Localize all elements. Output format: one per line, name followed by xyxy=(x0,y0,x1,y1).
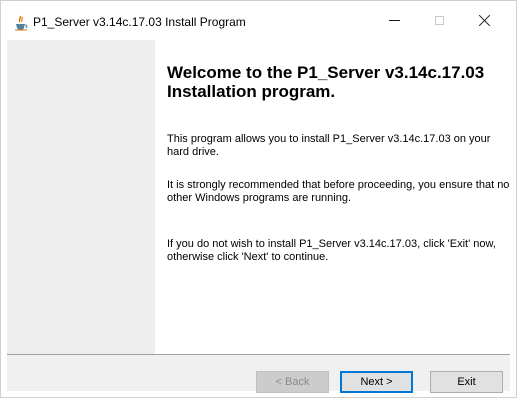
java-cup-icon xyxy=(15,15,28,31)
button-bar: < Back Next > Exit xyxy=(7,355,510,393)
maximize-button[interactable] xyxy=(416,0,462,40)
back-button[interactable]: < Back xyxy=(256,371,329,393)
intro-paragraph: This program allows you to install P1_Se… xyxy=(167,133,491,158)
side-panel xyxy=(7,40,155,354)
window-title: P1_Server v3.14c.17.03 Install Program xyxy=(33,15,246,29)
minimize-icon xyxy=(388,19,400,21)
recommendation-paragraph: It is strongly recommended that before p… xyxy=(167,179,510,204)
maximize-icon xyxy=(434,15,444,25)
instruction-paragraph: If you do not wish to install P1_Server … xyxy=(167,238,496,263)
minimize-button[interactable] xyxy=(371,0,417,40)
exit-button[interactable]: Exit xyxy=(430,371,503,393)
next-button[interactable]: Next > xyxy=(340,371,413,393)
installer-window: P1_Server v3.14c.17.03 Install Program W… xyxy=(0,0,517,398)
content-panel: Welcome to the P1_Server v3.14c.17.03 In… xyxy=(155,40,510,354)
close-icon xyxy=(479,14,491,26)
title-bar[interactable]: P1_Server v3.14c.17.03 Install Program xyxy=(0,0,517,40)
welcome-heading: Welcome to the P1_Server v3.14c.17.03 In… xyxy=(167,63,485,101)
close-button[interactable] xyxy=(462,0,508,40)
